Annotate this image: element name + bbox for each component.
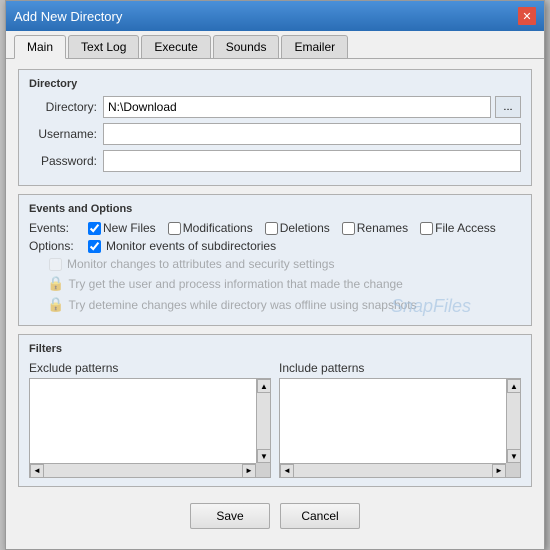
exclude-scrollbar-h[interactable]: ◄ ► xyxy=(30,463,256,477)
main-window: Add New Directory ✕ Main Text Log Execut… xyxy=(5,0,545,550)
lock-icon-2: 🔒 xyxy=(47,296,64,313)
snapshot-row: 🔒 Try detemine changes while directory w… xyxy=(29,296,417,313)
directory-input[interactable] xyxy=(103,96,491,118)
filters-label: Filters xyxy=(29,343,521,355)
file-access-group: File Access xyxy=(420,221,496,235)
events-section-label: Events and Options xyxy=(29,203,521,215)
monitor-subdirs-checkbox[interactable] xyxy=(88,240,101,253)
events-section: Events and Options Events: New Files Mod… xyxy=(18,194,532,326)
footer: Save Cancel xyxy=(18,495,532,539)
tab-textlog[interactable]: Text Log xyxy=(68,35,139,58)
deletions-group: Deletions xyxy=(265,221,330,235)
save-button[interactable]: Save xyxy=(190,503,270,529)
monitor-attrs-label: Monitor changes to attributes and securi… xyxy=(67,257,334,271)
close-button[interactable]: ✕ xyxy=(518,7,536,25)
new-files-checkbox[interactable] xyxy=(88,222,101,235)
include-scroll-right-arrow[interactable]: ► xyxy=(492,464,506,478)
include-textarea[interactable] xyxy=(280,379,506,463)
browse-button[interactable]: ... xyxy=(495,96,521,118)
filters-section: Filters Exclude patterns ▲ ▼ xyxy=(18,334,532,487)
events-label: Events: xyxy=(29,221,84,235)
exclude-scrollbar-v[interactable]: ▲ ▼ xyxy=(256,379,270,463)
title-bar: Add New Directory ✕ xyxy=(6,1,544,31)
username-label: Username: xyxy=(29,127,97,141)
tab-emailer[interactable]: Emailer xyxy=(281,35,348,58)
password-input[interactable] xyxy=(103,150,521,172)
exclude-scroll-right-arrow[interactable]: ► xyxy=(242,464,256,478)
monitor-attrs-checkbox xyxy=(49,258,62,271)
tab-execute[interactable]: Execute xyxy=(141,35,210,58)
exclude-label: Exclude patterns xyxy=(29,361,271,375)
tab-sounds[interactable]: Sounds xyxy=(213,35,280,58)
events-row: Events: New Files Modifications Deletion… xyxy=(29,221,521,235)
lock-icon-1: 🔒 xyxy=(47,275,64,292)
window-title: Add New Directory xyxy=(14,9,122,24)
renames-checkbox[interactable] xyxy=(342,222,355,235)
new-files-group: New Files xyxy=(88,221,156,235)
modifications-checkbox[interactable] xyxy=(168,222,181,235)
directory-section: Directory Directory: ... Username: Passw… xyxy=(18,69,532,186)
renames-group: Renames xyxy=(342,221,408,235)
snapshot-label: Try detemine changes while directory was… xyxy=(68,298,416,312)
include-scroll-up-arrow[interactable]: ▲ xyxy=(507,379,521,393)
exclude-scroll-left-arrow[interactable]: ◄ xyxy=(30,464,44,478)
exclude-col: Exclude patterns ▲ ▼ ◄ ► xyxy=(29,361,271,478)
include-label: Include patterns xyxy=(279,361,521,375)
monitor-subdirs-label: Monitor events of subdirectories xyxy=(106,239,276,253)
tab-bar: Main Text Log Execute Sounds Emailer xyxy=(6,31,544,59)
password-row: Password: xyxy=(29,150,521,172)
exclude-scroll-down-arrow[interactable]: ▼ xyxy=(257,449,271,463)
directory-section-label: Directory xyxy=(29,78,521,90)
include-scrollbar-h[interactable]: ◄ ► xyxy=(280,463,506,477)
include-scrollbar-v[interactable]: ▲ ▼ xyxy=(506,379,520,463)
include-textarea-wrapper: ▲ ▼ ◄ ► xyxy=(279,378,521,478)
deletions-label: Deletions xyxy=(280,221,330,235)
directory-row: Directory: ... xyxy=(29,96,521,118)
options-label: Options: xyxy=(29,239,84,253)
exclude-scroll-up-arrow[interactable]: ▲ xyxy=(257,379,271,393)
exclude-textarea-wrapper: ▲ ▼ ◄ ► xyxy=(29,378,271,478)
include-scroll-left-arrow[interactable]: ◄ xyxy=(280,464,294,478)
deletions-checkbox[interactable] xyxy=(265,222,278,235)
password-label: Password: xyxy=(29,154,97,168)
renames-label: Renames xyxy=(357,221,408,235)
monitor-attrs-row: Monitor changes to attributes and securi… xyxy=(29,257,334,271)
options-row: Options: Monitor events of subdirectorie… xyxy=(29,239,521,313)
include-scrollbar-corner xyxy=(506,463,520,477)
filters-row: Exclude patterns ▲ ▼ ◄ ► xyxy=(29,361,521,478)
user-process-row: 🔒 Try get the user and process informati… xyxy=(29,275,403,292)
monitor-subdirs-row: Monitor events of subdirectories xyxy=(88,239,276,253)
exclude-textarea[interactable] xyxy=(30,379,256,463)
file-access-checkbox[interactable] xyxy=(420,222,433,235)
username-input[interactable] xyxy=(103,123,521,145)
modifications-group: Modifications xyxy=(168,221,253,235)
user-process-label: Try get the user and process information… xyxy=(68,277,402,291)
new-files-label: New Files xyxy=(103,221,156,235)
file-access-label: File Access xyxy=(435,221,496,235)
include-col: Include patterns ▲ ▼ ◄ ► xyxy=(279,361,521,478)
tab-main[interactable]: Main xyxy=(14,35,66,59)
include-scroll-down-arrow[interactable]: ▼ xyxy=(507,449,521,463)
directory-label: Directory: xyxy=(29,100,97,114)
username-row: Username: xyxy=(29,123,521,145)
exclude-scrollbar-corner xyxy=(256,463,270,477)
main-content: Directory Directory: ... Username: Passw… xyxy=(6,59,544,549)
cancel-button[interactable]: Cancel xyxy=(280,503,360,529)
modifications-label: Modifications xyxy=(183,221,253,235)
